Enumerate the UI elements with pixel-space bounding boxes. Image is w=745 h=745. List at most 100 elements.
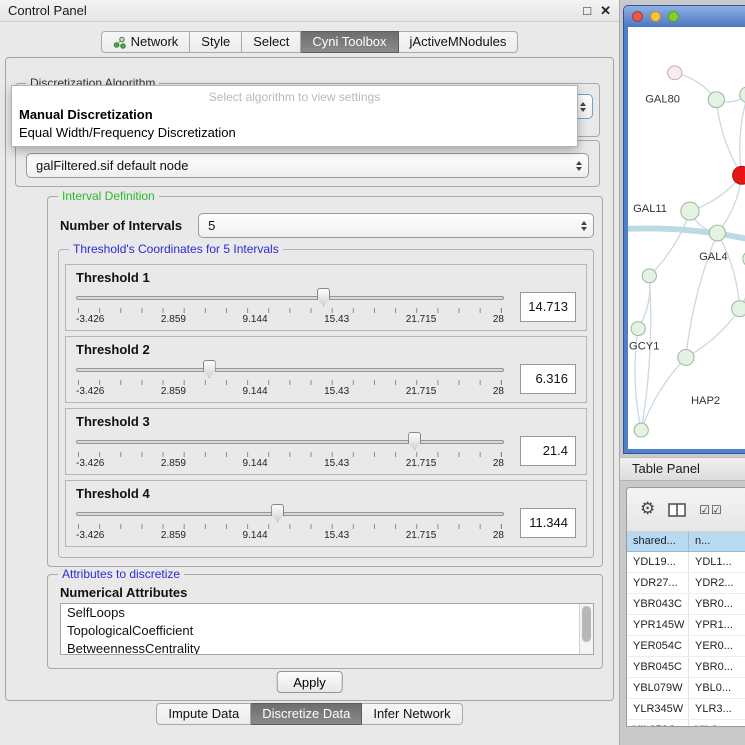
slider-thumb[interactable] [408,432,421,450]
threshold-value-field[interactable]: 14.713 [520,292,576,322]
algorithm-dropdown: Select algorithm to view settings Manual… [11,85,578,147]
network-node[interactable] [668,66,682,80]
algorithm-option-manual-discretization[interactable]: Manual Discretization [12,106,577,124]
select-columns-icon[interactable]: ☑☑ [699,503,723,517]
network-edge-thick[interactable] [628,228,745,242]
network-edge[interactable] [716,100,741,176]
table-data-combobox[interactable]: galFiltered.sif default node [26,153,589,178]
close-window-icon[interactable]: ✕ [600,0,611,22]
column-header-1[interactable]: shared... [627,532,689,551]
numerical-attributes-list: SelfLoopsTopologicalCoefficientBetweenne… [60,603,594,655]
network-node[interactable] [732,301,745,317]
network-edge[interactable] [649,211,690,276]
algorithm-option-equal-width-frequency-discretization[interactable]: Equal Width/Frequency Discretization [12,124,577,142]
threshold-slider[interactable]: -3.4262.8599.14415.4321.71528 [76,286,504,328]
close-traffic-light-icon[interactable] [632,11,643,22]
slider-tick-labels: -3.4262.8599.14415.4321.71528 [76,314,504,325]
tab-infer-network[interactable]: Infer Network [362,703,462,725]
minimize-traffic-light-icon[interactable] [650,11,661,22]
table-cell: YLR3... [689,699,745,719]
network-edge[interactable] [686,309,740,358]
list-scrollbar[interactable] [579,604,593,654]
table-cell: YDR27... [627,573,689,593]
attribute-list-item[interactable]: TopologicalCoefficient [61,622,593,640]
network-node[interactable] [709,225,725,241]
network-canvas[interactable]: GAL80GAL11GAL4GCY1HAP2 [628,27,745,449]
network-node[interactable] [740,87,745,103]
threshold-slider[interactable]: -3.4262.8599.14415.4321.71528 [76,358,504,400]
dropdown-options: Manual DiscretizationEqual Width/Frequen… [12,106,577,142]
tab-style[interactable]: Style [190,31,242,53]
threshold-slider[interactable]: -3.4262.8599.14415.4321.71528 [76,430,504,472]
table-row[interactable]: YER054CYER0... [627,636,745,657]
attribute-list-item[interactable]: BetweennessCentrality [61,640,593,655]
network-node[interactable] [642,269,656,283]
float-window-icon[interactable]: □ [583,0,591,22]
cyni-toolbox-panel: Discretization Algorithm Select algorith… [5,57,614,701]
slider-tick-labels: -3.4262.8599.14415.4321.71528 [76,386,504,397]
network-node[interactable] [733,166,745,184]
tab-discretize-data[interactable]: Discretize Data [251,703,362,725]
table-panel-header[interactable]: Table Panel [620,457,745,481]
network-node[interactable] [634,423,648,437]
network-node[interactable] [681,202,699,220]
tick-label: 2.859 [161,530,186,541]
slider-tick-labels: -3.4262.8599.14415.4321.71528 [76,530,504,541]
table-row[interactable]: YDL19...YDL1... [627,552,745,573]
table-row[interactable]: YBR045CYBR0... [627,657,745,678]
network-node[interactable] [708,92,724,108]
table-panel-title: Table Panel [632,458,700,480]
slider-thumb[interactable] [203,360,216,378]
threshold-value-field[interactable]: 11.344 [520,508,576,538]
network-edge[interactable] [638,276,650,329]
slider-ticks [78,380,502,385]
table-row[interactable]: YPR145WYPR1... [627,615,745,636]
network-window-titlebar[interactable] [624,6,745,27]
tab-jactivemnodules[interactable]: jActiveMNodules [399,31,519,53]
scrollbar-thumb[interactable] [582,606,591,642]
tick-label: 28 [493,386,504,397]
columns-icon[interactable] [668,503,686,517]
threshold-block-1: Threshold 1-3.4262.8599.14415.4321.71528… [65,264,587,331]
table-row[interactable]: YIL052CYIL0... [627,720,745,727]
table-cell: YBL0... [689,678,745,698]
table-cell: YBR043C [627,594,689,614]
table-row[interactable]: YBL079WYBL0... [627,678,745,699]
tick-label: 9.144 [243,314,268,325]
tick-label: 15.43 [324,386,349,397]
tab-label: jActiveMNodules [410,32,507,52]
tab-select[interactable]: Select [242,31,301,53]
slider-ticks [78,308,502,313]
apply-button[interactable]: Apply [276,671,343,693]
network-frame: GAL80GAL11GAL4GCY1HAP2 [624,27,745,453]
table-cell: YDR2... [689,573,745,593]
attribute-list-item[interactable]: SelfLoops [61,604,593,622]
number-of-intervals-label: Number of Intervals [60,218,182,233]
threshold-value-field[interactable]: 21.4 [520,436,576,466]
slider-track [76,440,504,444]
node-label: HAP2 [691,395,720,407]
threshold-slider[interactable]: -3.4262.8599.14415.4321.71528 [76,502,504,544]
control-panel-titlebar[interactable]: Control Panel □ ✕ [0,0,619,22]
slider-thumb[interactable] [271,504,284,522]
gear-icon[interactable]: ⚙ [640,501,655,518]
table-row[interactable]: YDR27...YDR2... [627,573,745,594]
threshold-row: -3.4262.8599.14415.4321.715286.316 [76,358,576,400]
tab-cyni-toolbox[interactable]: Cyni Toolbox [301,31,398,53]
threshold-value-field[interactable]: 6.316 [520,364,576,394]
tab-impute-data[interactable]: Impute Data [156,703,251,725]
network-node[interactable] [631,322,645,336]
tab-network[interactable]: Network [101,31,191,53]
table-row[interactable]: YBR043CYBR0... [627,594,745,615]
column-header-2[interactable]: n... [689,532,745,551]
group-title: Interval Definition [58,189,159,204]
number-of-intervals-combobox[interactable]: 5 [198,213,594,238]
network-edge[interactable] [717,233,739,309]
slider-thumb[interactable] [317,288,330,306]
table-row[interactable]: YLR345WYLR3... [627,699,745,720]
zoom-traffic-light-icon[interactable] [668,11,679,22]
network-node[interactable] [678,349,694,365]
tick-label: 9.144 [243,386,268,397]
network-edge[interactable] [740,95,745,176]
network-edge[interactable] [641,357,686,430]
